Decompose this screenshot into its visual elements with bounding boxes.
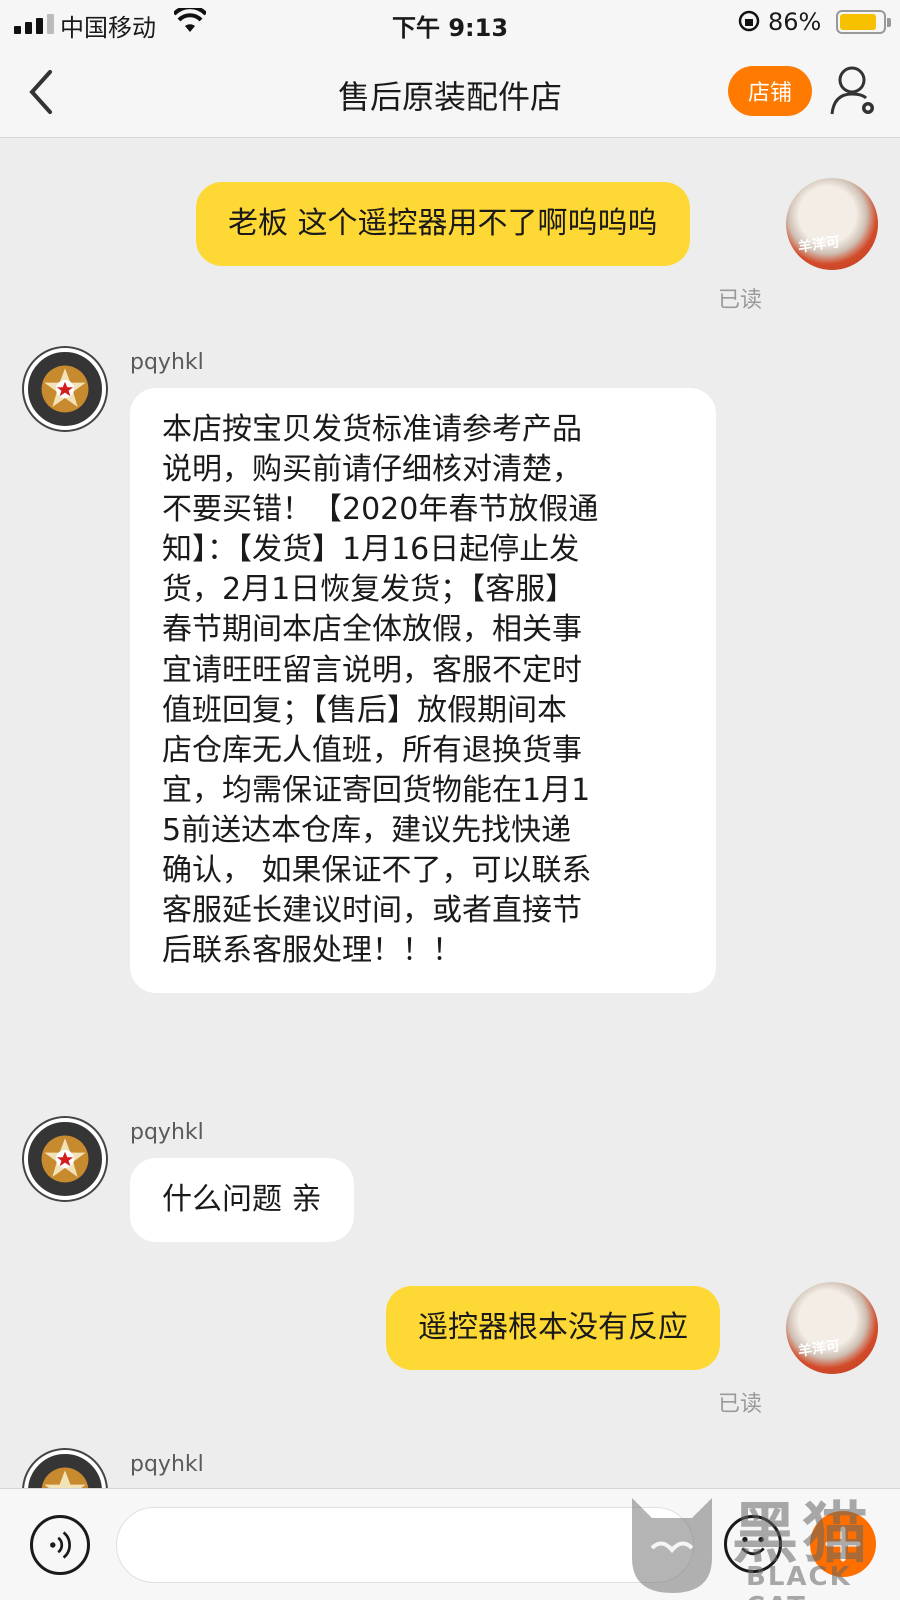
sender-name: pqyhkl [130, 350, 204, 375]
message-text: 什么问题 亲 [162, 1182, 322, 1217]
message-line: 货，2月1日恢复发货；【客服】 [162, 572, 576, 608]
sender-name: pqyhkl [130, 1452, 204, 1477]
message-text: 遥控器根本没有反应 [418, 1310, 688, 1345]
battery-fill [840, 14, 876, 30]
input-bar [0, 1488, 900, 1600]
rotation-lock-icon [738, 10, 760, 32]
read-status: 已读 [718, 288, 763, 313]
battery-percent: 86% [768, 8, 822, 36]
my-avatar[interactable]: 羊洋可 [786, 1282, 878, 1374]
message-text: 老板 这个遥控器用不了啊呜呜呜 [228, 206, 658, 241]
sender-name: pqyhkl [130, 1120, 204, 1145]
shop-avatar[interactable] [24, 1118, 106, 1200]
star-badge-icon [41, 1135, 89, 1183]
shop-message-bubble[interactable]: 本店按宝贝发货标准请参考产品 说明，购买前请仔细核对清楚， 不要买错！【2020… [130, 388, 716, 994]
shop-avatar[interactable] [24, 348, 106, 430]
message-line: 店仓库无人值班，所有退换货事 [162, 732, 582, 768]
shop-message-bubble[interactable]: 什么问题 亲 [130, 1158, 354, 1242]
message-line: 客服延长建议时间，或者直接节 [162, 893, 582, 929]
message-line: 知】：【发货】1月16日起停止发 [162, 532, 580, 568]
message-line: 说明，购买前请仔细核对清楚， [162, 452, 582, 488]
star-badge-icon [41, 365, 89, 413]
status-bar: 中国移动 下午 9:13 86% [0, 0, 900, 46]
message-line: 宜请旺旺留言说明，客服不定时 [162, 652, 582, 688]
my-message-bubble[interactable]: 老板 这个遥控器用不了啊呜呜呜 [196, 182, 690, 266]
user-settings-icon[interactable] [830, 64, 880, 118]
read-status: 已读 [718, 1392, 763, 1417]
plus-icon[interactable] [810, 1511, 876, 1577]
message-line: 不要买错！【2020年春节放假通 [162, 492, 599, 528]
message-line: 确认， 如果保证不了，可以联系 [162, 853, 592, 889]
voice-icon[interactable] [30, 1515, 90, 1575]
avatar-label: 羊洋可 [797, 1338, 842, 1360]
message-line: 宜，均需保证寄回货物能在1月1 [162, 772, 591, 808]
message-line: 后联系客服处理！！！ [162, 933, 462, 969]
message-line: 值班回复；【售后】放假期间本 [162, 692, 567, 728]
battery-icon [836, 10, 891, 34]
shop-button[interactable]: 店铺 [728, 66, 812, 116]
clock: 下午 9:13 [391, 14, 509, 42]
message-line: 春节期间本店全体放假，相关事 [162, 612, 582, 648]
nav-bar: 售后原装配件店 店铺 [0, 46, 900, 138]
my-message-bubble[interactable]: 遥控器根本没有反应 [386, 1286, 720, 1370]
message-line: 本店按宝贝发货标准请参考产品 [162, 412, 582, 447]
avatar-label: 羊洋可 [797, 234, 842, 256]
message-input[interactable] [116, 1507, 694, 1583]
my-avatar[interactable]: 羊洋可 [786, 178, 878, 270]
emoji-icon[interactable] [724, 1515, 782, 1573]
message-line: 5前送达本仓库，建议先找快递 [162, 812, 572, 848]
